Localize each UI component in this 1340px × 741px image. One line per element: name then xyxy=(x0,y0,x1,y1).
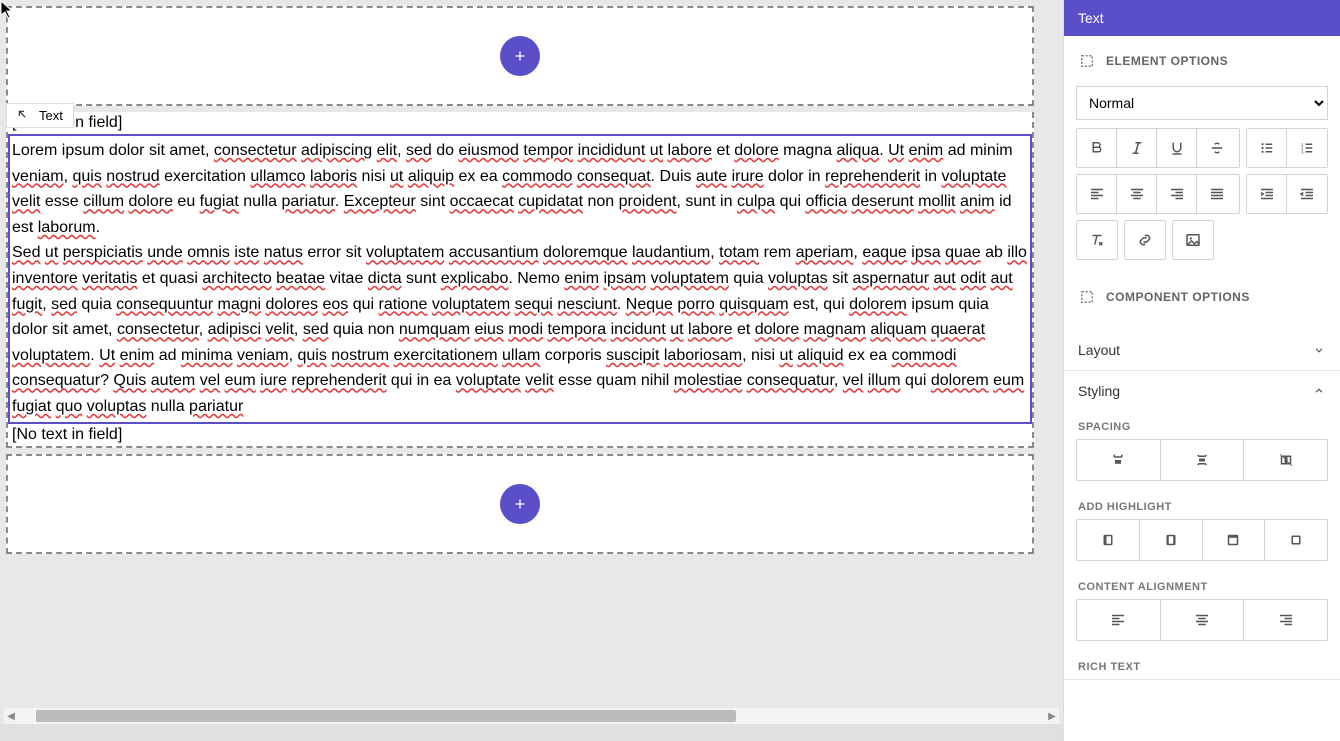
component-options-header: COMPONENT OPTIONS xyxy=(1064,272,1340,316)
spacing-compact-icon xyxy=(1193,451,1211,469)
align-center-icon xyxy=(1128,185,1146,203)
numbered-list-button[interactable]: 123 xyxy=(1287,129,1327,167)
horizontal-scrollbar[interactable]: ◀ ▶ xyxy=(4,708,1059,724)
highlight-2-icon xyxy=(1162,531,1180,549)
content-align-right-button[interactable] xyxy=(1244,600,1327,640)
align-center-icon xyxy=(1193,611,1211,629)
spacing-group xyxy=(1076,439,1328,481)
properties-sidebar: Text ELEMENT OPTIONS Normal 123 xyxy=(1063,0,1340,741)
sidebar-title: Text xyxy=(1064,0,1340,36)
layout-accordion-toggle[interactable]: Layout xyxy=(1064,330,1340,370)
bullet-list-icon xyxy=(1258,139,1276,157)
highlight-3-button[interactable] xyxy=(1203,520,1266,560)
highlight-1-button[interactable] xyxy=(1077,520,1140,560)
underline-icon xyxy=(1168,139,1186,157)
bold-button[interactable] xyxy=(1077,129,1117,167)
highlight-4-icon xyxy=(1287,531,1305,549)
richtext-label: RICH TEXT xyxy=(1064,651,1340,679)
dropzone-top[interactable] xyxy=(6,6,1034,106)
highlight-1-icon xyxy=(1099,531,1117,549)
clear-format-icon xyxy=(1088,231,1106,249)
spacing-default-button[interactable] xyxy=(1077,440,1161,480)
align-left-button[interactable] xyxy=(1077,175,1117,213)
content-align-center-button[interactable] xyxy=(1161,600,1245,640)
spacing-default-icon xyxy=(1109,451,1127,469)
align-center-button[interactable] xyxy=(1117,175,1157,213)
link-icon xyxy=(1136,231,1154,249)
align-justify-button[interactable] xyxy=(1197,175,1237,213)
bold-icon xyxy=(1088,139,1106,157)
svg-text:3: 3 xyxy=(1301,149,1304,154)
strikethrough-button[interactable] xyxy=(1197,129,1237,167)
align-justify-icon xyxy=(1208,185,1226,203)
indent-button[interactable] xyxy=(1247,175,1287,213)
element-options-header: ELEMENT OPTIONS xyxy=(1064,36,1340,80)
highlight-group xyxy=(1076,519,1328,561)
link-button[interactable] xyxy=(1125,221,1165,259)
chevron-down-icon xyxy=(1312,343,1326,357)
element-type-popup[interactable]: Text xyxy=(6,103,74,128)
align-right-icon xyxy=(1277,611,1295,629)
align-left-icon xyxy=(1088,185,1106,203)
indent-icon xyxy=(1258,185,1276,203)
paragraph-1[interactable]: Lorem ipsum dolor sit amet, consectetur … xyxy=(12,138,1028,240)
chevron-up-icon xyxy=(1312,384,1326,398)
scroll-left-arrow-icon[interactable]: ◀ xyxy=(4,709,18,723)
add-block-button[interactable] xyxy=(500,484,540,524)
clear-format-button[interactable] xyxy=(1077,221,1117,259)
image-icon xyxy=(1184,231,1202,249)
text-component[interactable]: [No text in field] Lorem ipsum dolor sit… xyxy=(6,112,1034,448)
plus-icon xyxy=(512,48,528,64)
spacing-none-icon xyxy=(1277,451,1295,469)
spacing-compact-button[interactable] xyxy=(1161,440,1245,480)
empty-text-placeholder-top[interactable]: [No text in field] xyxy=(8,112,1032,134)
plus-icon xyxy=(512,496,528,512)
scroll-right-arrow-icon[interactable]: ▶ xyxy=(1045,709,1059,723)
underline-button[interactable] xyxy=(1157,129,1197,167)
selection-dashed-icon xyxy=(1078,288,1096,306)
dropzone-bottom[interactable] xyxy=(6,454,1034,554)
image-button[interactable] xyxy=(1173,221,1213,259)
italic-icon xyxy=(1128,139,1146,157)
text-editor-body[interactable]: Lorem ipsum dolor sit amet, consectetur … xyxy=(8,134,1032,424)
spacing-label: SPACING xyxy=(1064,411,1340,439)
align-right-button[interactable] xyxy=(1157,175,1197,213)
content-alignment-group xyxy=(1076,599,1328,641)
align-right-icon xyxy=(1168,185,1186,203)
bullet-list-button[interactable] xyxy=(1247,129,1287,167)
element-type-label: Text xyxy=(39,108,63,123)
selection-icon xyxy=(1078,52,1096,70)
add-block-button[interactable] xyxy=(500,36,540,76)
spacing-none-button[interactable] xyxy=(1244,440,1327,480)
outdent-icon xyxy=(1298,185,1316,203)
content-align-left-button[interactable] xyxy=(1077,600,1161,640)
highlight-4-button[interactable] xyxy=(1265,520,1327,560)
up-left-arrow-icon xyxy=(17,109,31,123)
highlight-3-icon xyxy=(1224,531,1242,549)
content-alignment-label: CONTENT ALIGNMENT xyxy=(1064,571,1340,599)
outdent-button[interactable] xyxy=(1287,175,1327,213)
empty-text-placeholder-bottom[interactable]: [No text in field] xyxy=(8,424,1032,446)
scrollbar-thumb[interactable] xyxy=(36,710,736,722)
highlight-2-button[interactable] xyxy=(1140,520,1203,560)
paragraph-2[interactable]: Sed ut perspiciatis unde omnis iste natu… xyxy=(12,240,1028,419)
text-style-select[interactable]: Normal xyxy=(1076,86,1328,120)
italic-button[interactable] xyxy=(1117,129,1157,167)
editor-canvas[interactable]: [No text in field] Lorem ipsum dolor sit… xyxy=(0,0,1063,724)
numbered-list-icon: 123 xyxy=(1298,139,1316,157)
cursor-icon xyxy=(0,0,16,20)
styling-accordion-toggle[interactable]: Styling xyxy=(1064,371,1340,411)
strikethrough-icon xyxy=(1208,139,1226,157)
highlight-label: ADD HIGHLIGHT xyxy=(1064,491,1340,519)
align-left-icon xyxy=(1109,611,1127,629)
